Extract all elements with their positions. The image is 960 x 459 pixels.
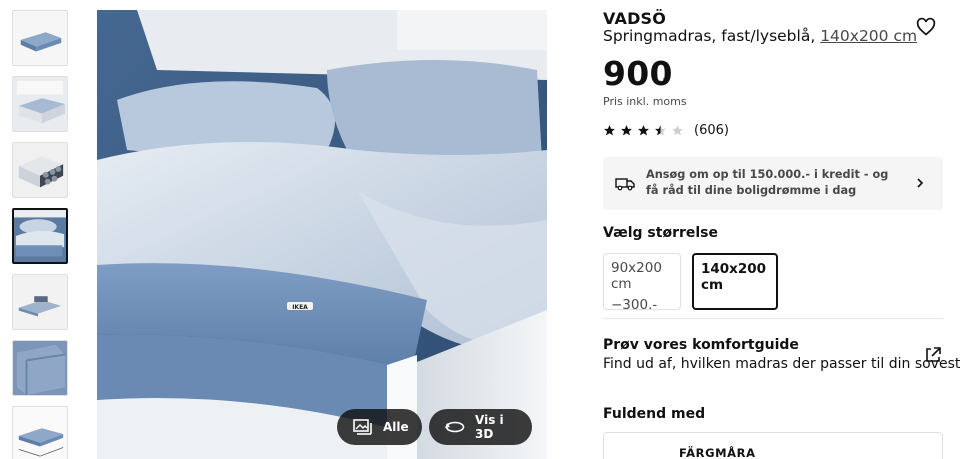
complete-with-item[interactable]: FÄRGMÅRA — [603, 432, 943, 459]
thumbnail-corner[interactable] — [12, 340, 68, 396]
chevron-right-icon — [917, 178, 924, 188]
complete-with-title: Fuldend med — [603, 406, 706, 422]
view-3d-button[interactable]: Vis i 3D — [429, 409, 532, 445]
size-option-140x200[interactable]: 140x200 cm — [692, 253, 778, 310]
bed-photo-illustration: IKEA — [97, 10, 547, 459]
truck-icon — [615, 178, 635, 191]
comfort-guide-subtitle: Find ud af, hvilken madras der passer ti… — [603, 356, 960, 372]
all-images-label: Alle — [383, 420, 409, 434]
external-link-icon[interactable] — [924, 346, 942, 364]
rating-summary[interactable]: (606) — [603, 123, 729, 138]
heart-icon[interactable] — [916, 17, 936, 37]
thumbnail-rolled[interactable] — [12, 274, 68, 330]
thumbnail-springs[interactable] — [12, 142, 68, 198]
product-description-text: Springmadras, fast/lyseblå, — [603, 27, 821, 45]
size-option-price: −300.- — [611, 297, 658, 313]
bed-closeup-thumb-icon — [14, 210, 66, 262]
main-product-image[interactable]: IKEA — [97, 10, 547, 459]
star-half-icon — [655, 125, 666, 136]
rating-count: (606) — [694, 123, 729, 138]
mattress-dimensions-thumb-icon — [13, 407, 67, 459]
size-option-label: 140x200 cm — [701, 261, 767, 293]
star-full-icon — [621, 125, 632, 136]
all-images-button[interactable]: Alle — [337, 409, 422, 445]
mattress-corner-thumb-icon — [13, 341, 67, 395]
complete-with-item-name: FÄRGMÅRA — [679, 446, 756, 459]
section-divider — [603, 318, 943, 319]
star-empty-icon — [672, 125, 683, 136]
price-suffix: .- — [656, 69, 670, 89]
star-full-icon — [604, 125, 615, 136]
price-note: Pris inkl. moms — [603, 95, 687, 108]
ikea-logo-text: IKEA — [292, 304, 308, 311]
product-size-link[interactable]: 140x200 cm — [820, 27, 917, 45]
product-brand: VADSÖ — [603, 9, 667, 28]
thumbnail-dimensions[interactable] — [12, 406, 68, 459]
thumbnail-bed-closeup[interactable] — [12, 208, 68, 264]
size-option-90x200[interactable]: 90x200 cm −300.- — [603, 253, 681, 313]
size-select-label: Vælg størrelse — [603, 225, 719, 241]
bed-frame-thumb-icon — [13, 77, 67, 131]
star-full-icon — [638, 125, 649, 136]
thumbnail-list — [12, 10, 70, 459]
comfort-guide-title[interactable]: Prøv vores komfortguide — [603, 337, 799, 353]
size-option-label: 90x200 cm — [611, 260, 662, 292]
mattress-angle-thumb-icon — [13, 11, 67, 65]
credit-banner[interactable]: Ansøg om op til 150.000.- i kredit - og … — [603, 157, 943, 210]
thumbnail-mattress-angle[interactable] — [12, 10, 68, 66]
thumbnail-bed-frame[interactable] — [12, 76, 68, 132]
credit-text: Ansøg om op til 150.000.- i kredit - og … — [646, 168, 889, 197]
gallery-icon — [353, 419, 372, 435]
product-description: Springmadras, fast/lyseblå, 140x200 cm — [603, 27, 917, 45]
rotate-3d-icon — [445, 421, 465, 433]
view-3d-label: Vis i 3D — [475, 413, 504, 441]
springs-cross-section-thumb-icon — [13, 143, 67, 197]
rolled-mattress-thumb-icon — [13, 275, 67, 329]
